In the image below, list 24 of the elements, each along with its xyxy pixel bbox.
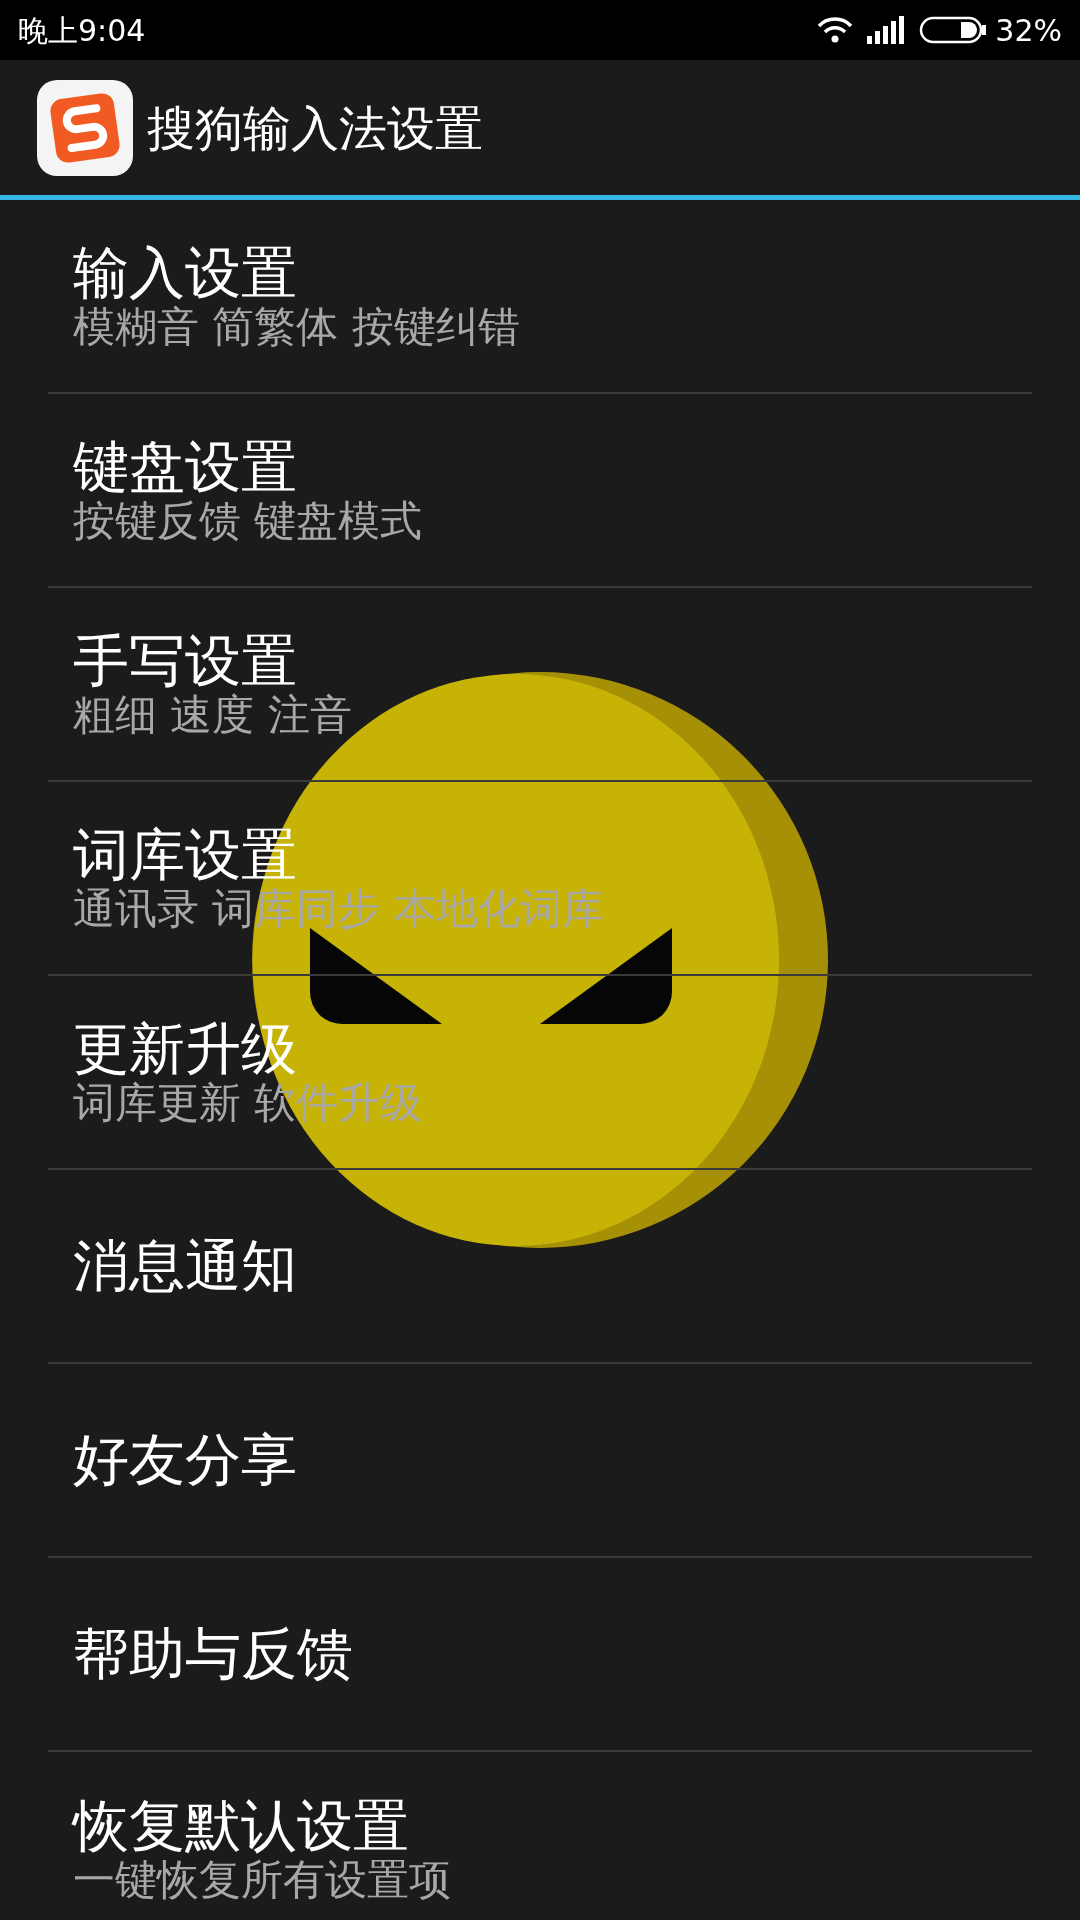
settings-item[interactable]: 好友分享 xyxy=(48,1364,1032,1558)
battery-percent: 32% xyxy=(995,11,1062,50)
wifi-icon xyxy=(817,16,854,44)
item-title: 输入设置 xyxy=(73,242,298,304)
settings-item[interactable]: 输入设置 模糊音 简繁体 按键纠错 xyxy=(48,200,1032,394)
item-summary: 模糊音 简繁体 按键纠错 xyxy=(73,303,521,350)
item-title: 好友分享 xyxy=(73,1429,298,1491)
settings-item[interactable]: 键盘设置 按键反馈 键盘模式 xyxy=(48,394,1032,588)
item-title: 手写设置 xyxy=(73,630,297,692)
item-summary: 粗细 速度 注音 xyxy=(73,691,353,738)
settings-item[interactable]: 恢复默认设置 一键恢复所有设置项 xyxy=(48,1752,1032,1920)
item-summary: 通讯录 词库同步 本地化词库 xyxy=(73,885,605,932)
item-summary: 一键恢复所有设置项 xyxy=(73,1856,452,1903)
status-time: 晚上9:04 xyxy=(18,11,146,50)
app-logo-icon xyxy=(37,79,133,176)
item-title: 恢复默认设置 xyxy=(73,1795,410,1857)
item-title: 消息通知 xyxy=(73,1235,298,1297)
battery-icon xyxy=(919,16,988,44)
settings-item[interactable]: 帮助与反馈 xyxy=(48,1558,1032,1752)
item-summary: 按键反馈 键盘模式 xyxy=(73,497,424,544)
app-title: 搜狗输入法设置 xyxy=(147,98,483,158)
item-title: 帮助与反馈 xyxy=(73,1623,354,1685)
item-title: 键盘设置 xyxy=(73,436,298,498)
signal-icon xyxy=(867,16,906,44)
